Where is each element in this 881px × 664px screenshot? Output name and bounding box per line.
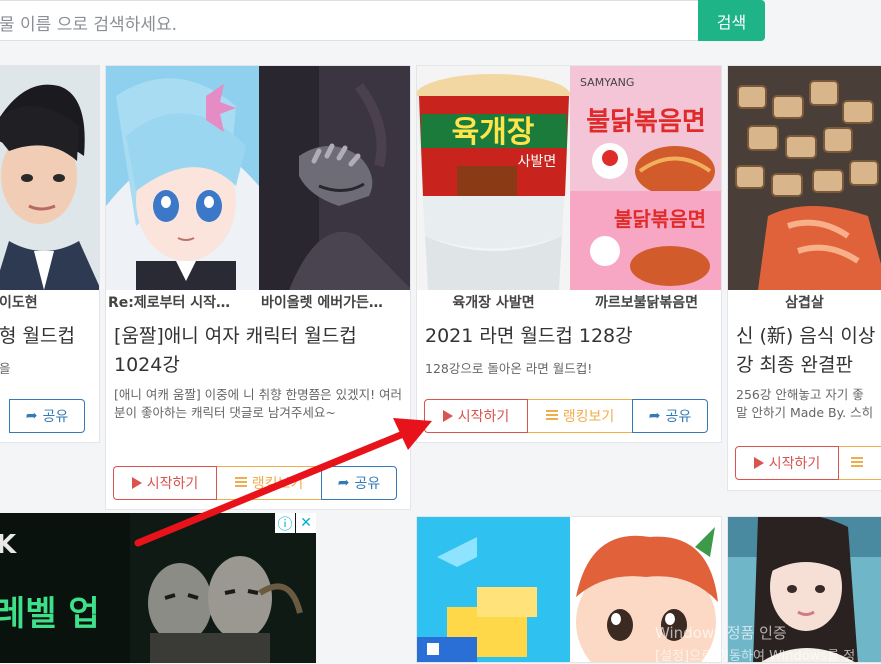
annotation-arrow [134,418,432,547]
